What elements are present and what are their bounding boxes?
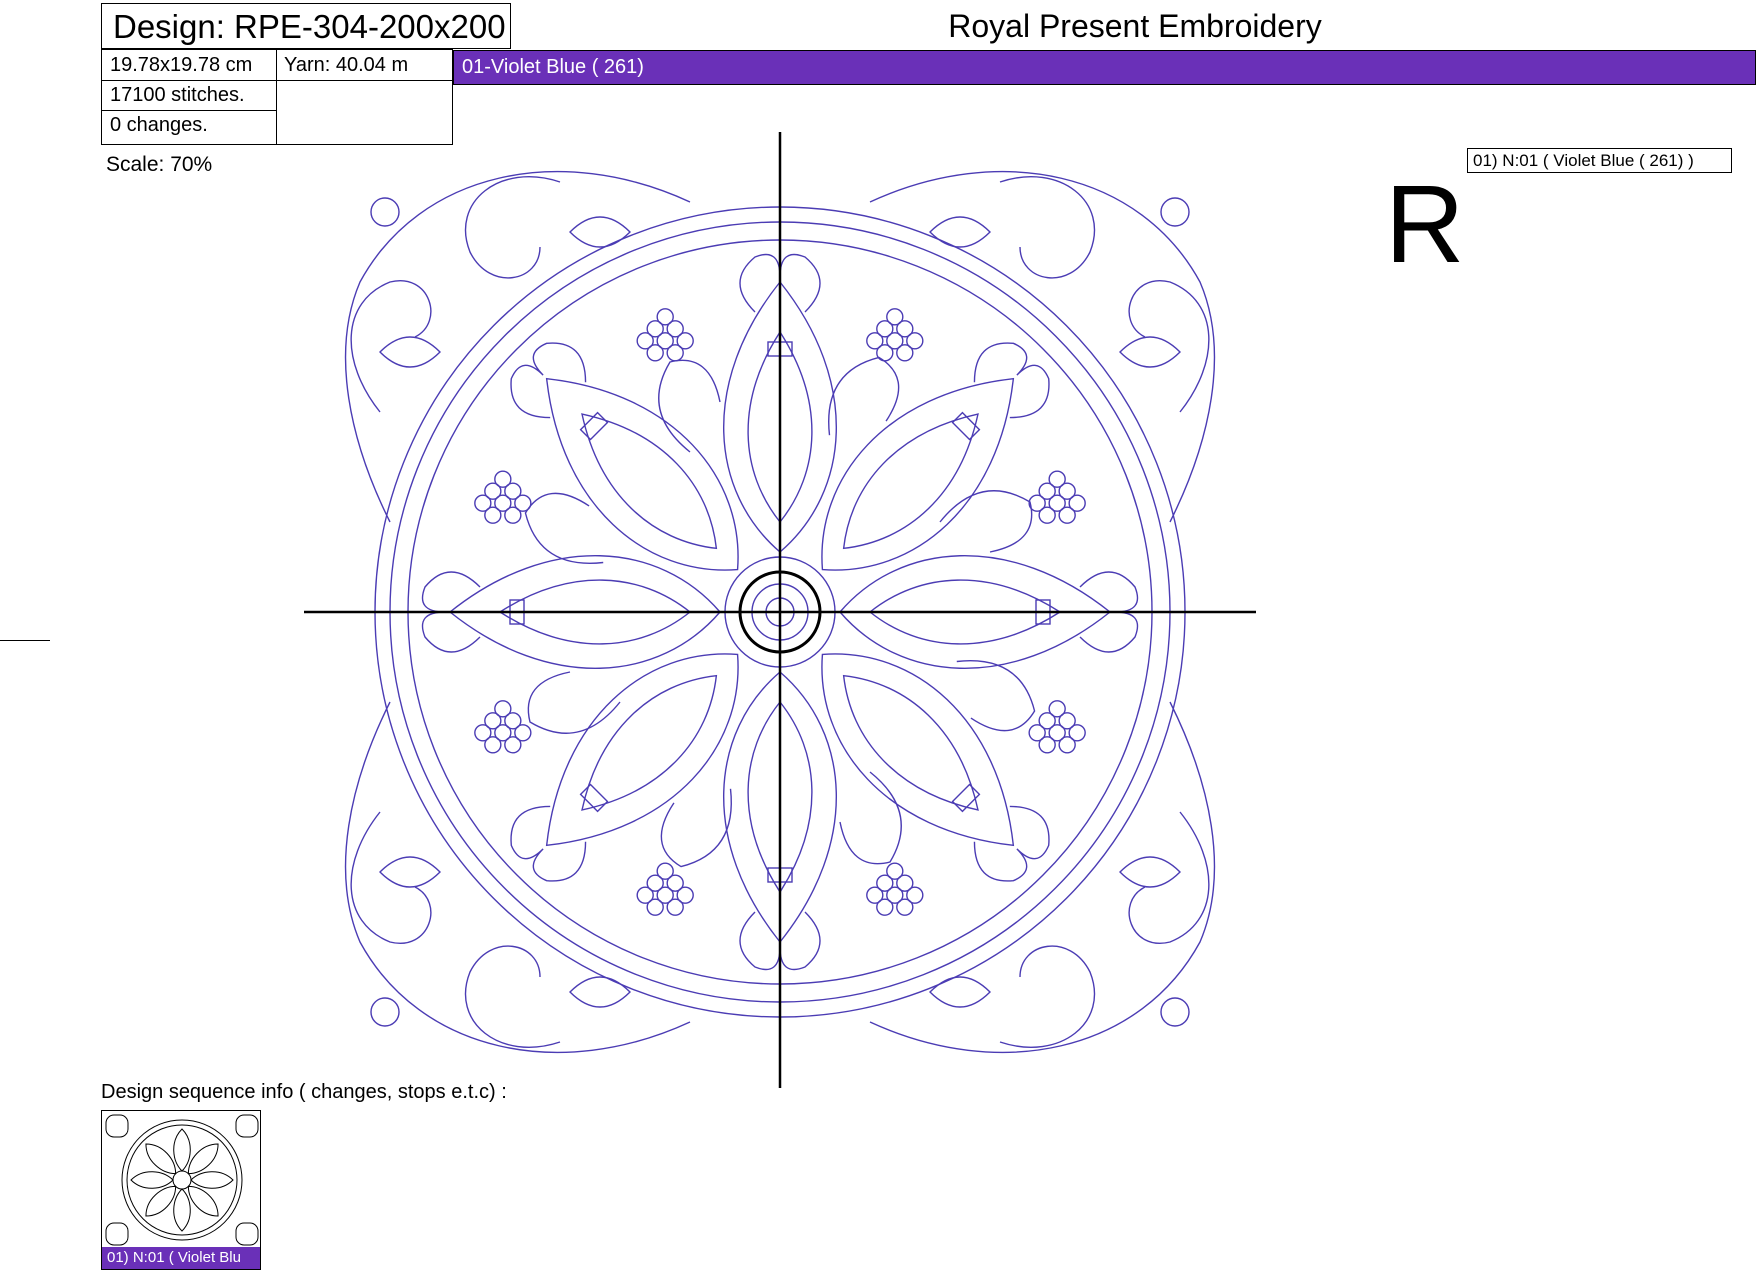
thumbnail-preview <box>105 1114 259 1246</box>
sequence-info-label: Design sequence info ( changes, stops e.… <box>101 1081 507 1103</box>
corner-scroll <box>344 701 691 1054</box>
petal <box>658 253 837 553</box>
petal <box>723 671 902 971</box>
petal <box>510 653 739 882</box>
petal <box>821 342 1050 571</box>
petal <box>421 555 721 734</box>
grape-cluster <box>866 308 924 362</box>
grape-cluster <box>866 862 924 916</box>
grape-cluster <box>636 308 694 362</box>
thumbnail-caption: 01) N:01 ( Violet Blu <box>102 1247 260 1269</box>
corner-scroll <box>869 701 1216 1054</box>
grape-cluster <box>474 470 532 524</box>
petal <box>510 342 739 571</box>
petal <box>839 490 1139 669</box>
grape-cluster <box>636 862 694 916</box>
crosshair <box>304 132 1256 1088</box>
corner-scroll <box>869 170 1216 523</box>
grape-cluster <box>474 700 532 754</box>
grape-cluster <box>1028 470 1086 524</box>
sequence-thumbnail[interactable]: 01) N:01 ( Violet Blu <box>101 1110 261 1270</box>
grape-cluster <box>1028 700 1086 754</box>
corner-scroll <box>344 170 691 523</box>
